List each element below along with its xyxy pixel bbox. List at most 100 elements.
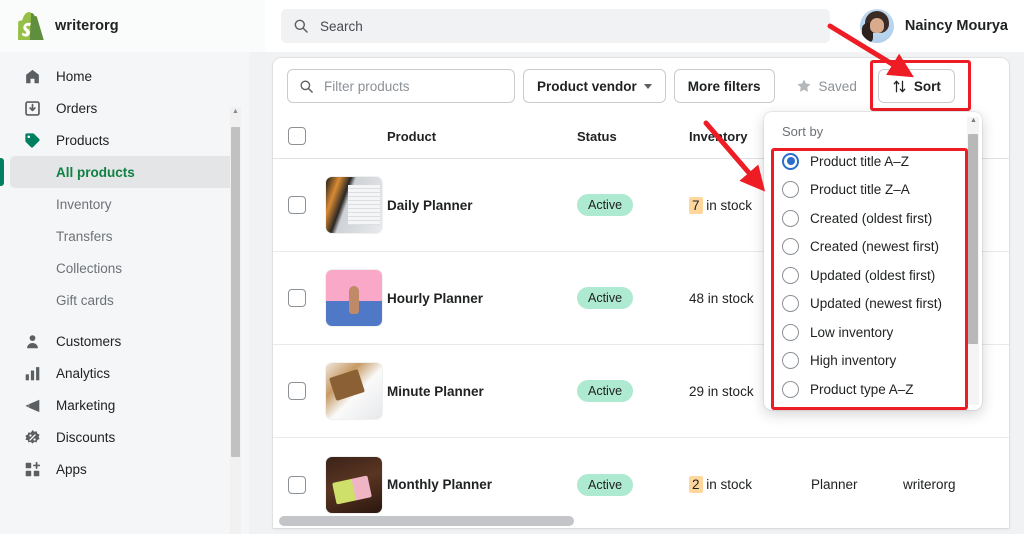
sidebar-item-transfers[interactable]: Transfers bbox=[10, 220, 239, 252]
sidebar-item-label: Analytics bbox=[56, 365, 111, 381]
sort-option-label: Created (oldest first) bbox=[810, 210, 933, 226]
store-brand[interactable]: writerorg bbox=[0, 0, 265, 52]
inventory-suffix: in stock bbox=[707, 383, 754, 399]
product-name[interactable]: Minute Planner bbox=[387, 384, 577, 399]
radio-icon[interactable] bbox=[782, 352, 799, 370]
row-checkbox[interactable] bbox=[288, 196, 306, 214]
radio-icon[interactable] bbox=[782, 323, 799, 341]
radio-icon[interactable] bbox=[782, 295, 799, 313]
row-checkbox-cell[interactable] bbox=[273, 475, 321, 494]
chevron-down-icon bbox=[643, 83, 652, 89]
sidebar-item-inventory[interactable]: Inventory bbox=[10, 188, 239, 220]
radio-icon[interactable] bbox=[782, 238, 799, 256]
column-header-product[interactable]: Product bbox=[387, 129, 577, 144]
sort-dropdown-scrollbar[interactable]: ▲ bbox=[967, 117, 979, 405]
user-name: Naincy Mourya bbox=[904, 18, 1008, 34]
sidebar-item-label: Orders bbox=[56, 100, 98, 116]
inventory-count: 48 bbox=[689, 290, 705, 306]
sidebar-item-home[interactable]: Home bbox=[10, 60, 239, 92]
sidebar-item-customers[interactable]: Customers bbox=[10, 325, 239, 357]
sidebar-subitem-label: Gift cards bbox=[56, 292, 114, 308]
radio-icon[interactable] bbox=[782, 181, 799, 199]
scroll-up-arrow[interactable]: ▲ bbox=[232, 108, 239, 115]
row-checkbox-cell[interactable] bbox=[273, 382, 321, 400]
radio-icon[interactable] bbox=[782, 380, 799, 398]
shopify-bag-icon bbox=[18, 12, 44, 40]
sidebar-nav: Home Orders Products All products Invent… bbox=[0, 52, 249, 534]
sidebar-subitem-label: Inventory bbox=[56, 196, 112, 212]
sort-option-created-newest[interactable]: Created (newest first) bbox=[774, 233, 982, 262]
radio-icon[interactable] bbox=[782, 209, 799, 227]
filter-products-input[interactable]: Filter products bbox=[287, 69, 515, 103]
row-checkbox[interactable] bbox=[288, 382, 306, 400]
home-icon bbox=[22, 66, 42, 86]
sort-option-updated-newest[interactable]: Updated (newest first) bbox=[774, 290, 982, 319]
sidebar-subitem-label: Collections bbox=[56, 260, 123, 276]
sort-option-low-inventory[interactable]: Low inventory bbox=[774, 318, 982, 347]
table-horizontal-scrollbar[interactable] bbox=[273, 514, 1009, 528]
sidebar-item-analytics[interactable]: Analytics bbox=[10, 357, 239, 389]
sidebar-item-apps[interactable]: Apps bbox=[10, 453, 239, 485]
row-checkbox[interactable] bbox=[288, 475, 306, 494]
sort-option-created-oldest[interactable]: Created (oldest first) bbox=[774, 204, 982, 233]
sort-by-title: Sort by bbox=[782, 124, 824, 139]
sort-arrows-icon bbox=[893, 80, 906, 92]
inventory-suffix: in stock bbox=[707, 290, 754, 306]
sort-option-product-title-za[interactable]: Product title Z–A bbox=[774, 176, 982, 205]
sort-button[interactable]: Sort bbox=[877, 69, 955, 103]
product-vendor-button[interactable]: Product vendor bbox=[523, 69, 666, 103]
global-search[interactable]: Search bbox=[281, 9, 830, 43]
row-checkbox[interactable] bbox=[288, 289, 306, 307]
product-thumbnail-cell bbox=[321, 270, 387, 326]
product-tag-icon bbox=[22, 130, 42, 150]
sidebar-subitem-label: All products bbox=[56, 164, 135, 180]
sidebar-item-collections[interactable]: Collections bbox=[10, 252, 239, 284]
sort-option-updated-oldest[interactable]: Updated (oldest first) bbox=[774, 261, 982, 290]
product-name[interactable]: Hourly Planner bbox=[387, 291, 577, 306]
orders-inbox-icon bbox=[22, 98, 42, 118]
product-name[interactable]: Daily Planner bbox=[387, 198, 577, 213]
sort-option-high-inventory[interactable]: High inventory bbox=[774, 347, 982, 376]
product-vendor-label: Product vendor bbox=[537, 78, 637, 94]
select-all-checkbox[interactable] bbox=[288, 127, 306, 145]
scroll-up-arrow[interactable]: ▲ bbox=[970, 117, 977, 124]
discount-percent-icon bbox=[22, 427, 42, 447]
sort-option-product-title-az[interactable]: Product title A–Z bbox=[774, 147, 982, 176]
select-all-checkbox-cell[interactable] bbox=[273, 127, 321, 145]
sidebar-item-label: Home bbox=[56, 68, 93, 84]
status-cell: Active bbox=[577, 380, 689, 402]
user-profile[interactable]: Naincy Mourya bbox=[859, 0, 1024, 52]
sidebar-subitem-label: Transfers bbox=[56, 228, 113, 244]
sidebar-item-orders[interactable]: Orders bbox=[10, 92, 239, 124]
apps-grid-icon bbox=[22, 459, 42, 479]
saved-label: Saved bbox=[818, 78, 857, 94]
product-thumbnail-cell bbox=[321, 363, 387, 419]
saved-button[interactable]: Saved bbox=[783, 69, 870, 103]
product-thumbnail bbox=[326, 270, 382, 326]
shopify-admin-window: writerorg Search Naincy Mourya Home Orde… bbox=[0, 0, 1024, 534]
sort-option-product-type-az[interactable]: Product type A–Z bbox=[774, 375, 982, 404]
sort-option-label: Product type A–Z bbox=[810, 381, 914, 397]
table-horizontal-scrollbar-thumb[interactable] bbox=[279, 516, 574, 526]
store-name: writerorg bbox=[55, 18, 119, 34]
more-filters-button[interactable]: More filters bbox=[673, 69, 775, 103]
sidebar-scrollbar-thumb[interactable] bbox=[231, 127, 240, 457]
sidebar-item-marketing[interactable]: Marketing bbox=[10, 389, 239, 421]
sort-option-label: Product title Z–A bbox=[810, 182, 910, 198]
sidebar-item-products[interactable]: Products bbox=[10, 124, 239, 156]
radio-icon[interactable] bbox=[782, 266, 799, 284]
column-header-status[interactable]: Status bbox=[577, 129, 689, 144]
sidebar-item-all-products[interactable]: All products bbox=[10, 156, 239, 188]
radio-icon[interactable] bbox=[782, 152, 799, 170]
row-checkbox-cell[interactable] bbox=[273, 289, 321, 307]
sidebar-item-discounts[interactable]: Discounts bbox=[10, 421, 239, 453]
sort-dropdown-scrollbar-thumb[interactable] bbox=[968, 134, 978, 344]
status-badge: Active bbox=[577, 380, 634, 402]
product-thumbnail bbox=[326, 363, 382, 419]
sidebar-scrollbar[interactable]: ▲ ▼ bbox=[230, 107, 241, 534]
sidebar-item-gift-cards[interactable]: Gift cards bbox=[10, 284, 239, 316]
row-checkbox-cell[interactable] bbox=[273, 196, 321, 214]
inventory-count: 7 bbox=[689, 196, 703, 214]
product-name[interactable]: Monthly Planner bbox=[387, 477, 577, 492]
sidebar-item-label: Products bbox=[56, 132, 110, 148]
